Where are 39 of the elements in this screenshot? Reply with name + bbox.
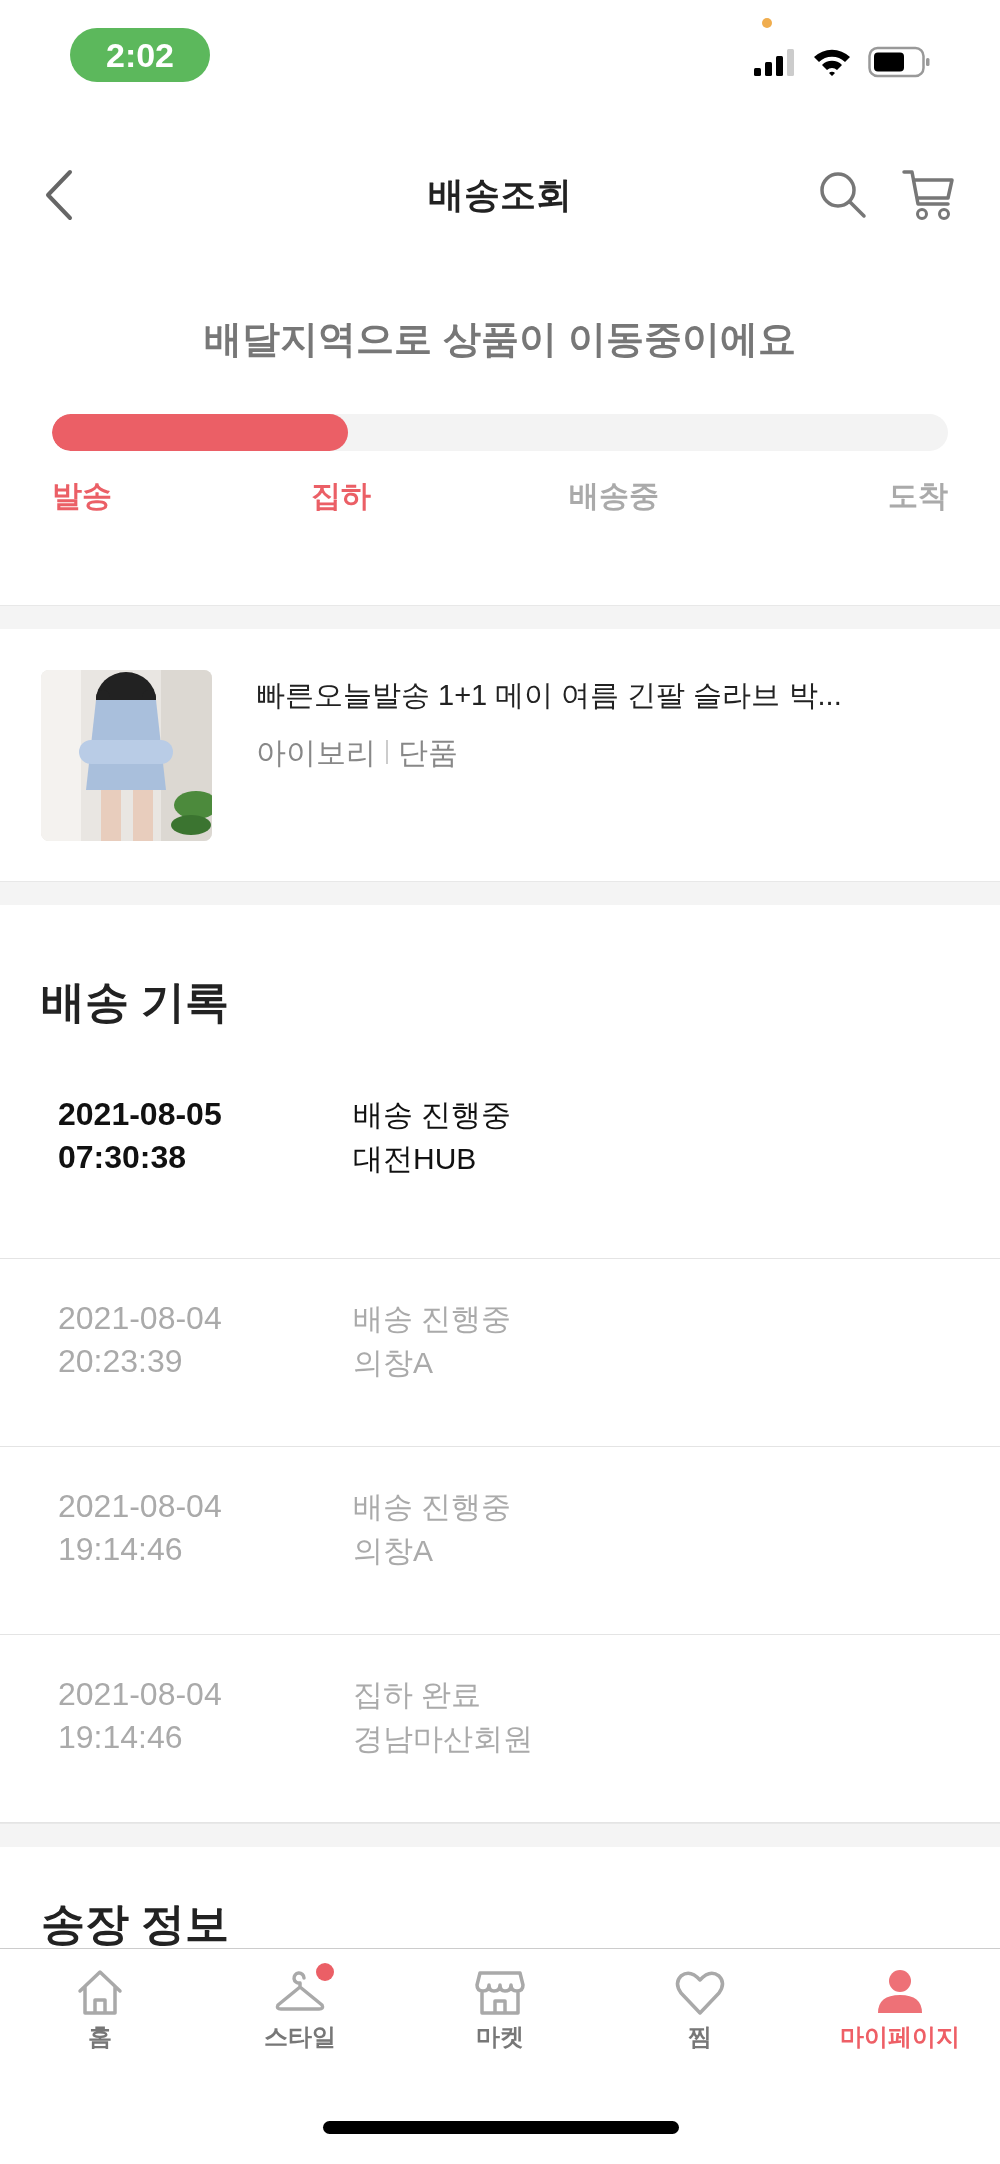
status-message: 배달지역으로 상품이 이동중이에요 bbox=[203, 320, 797, 358]
tab-item[interactable]: 마켓 bbox=[400, 1967, 600, 2055]
record-date: 2021-08-04 bbox=[58, 1487, 223, 1526]
record-status: 집하 완료 bbox=[353, 1677, 483, 1713]
status-time: 2:02 bbox=[70, 28, 210, 82]
record-date: 2021-08-04 bbox=[58, 1299, 223, 1338]
step-label: 발송 bbox=[52, 478, 113, 514]
search-button[interactable] bbox=[818, 170, 868, 220]
record-time: 07:30:38 bbox=[58, 1138, 188, 1178]
record-status: 배송 진행중 bbox=[353, 1301, 512, 1337]
record-time: 19:14:46 bbox=[58, 1718, 184, 1758]
signal-icon bbox=[754, 48, 796, 76]
record-date: 2021-08-04 bbox=[58, 1675, 223, 1714]
product-name: 빠른오늘발송 1+1 메이 여름 긴팔 슬라브 박... bbox=[256, 678, 842, 713]
section-title: 송장 정보 bbox=[41, 1898, 231, 1950]
record-time: 20:23:39 bbox=[58, 1342, 184, 1382]
section-title: 배송 기록 bbox=[41, 976, 231, 1028]
record-status: 배송 진행중 bbox=[353, 1489, 512, 1525]
record-time: 19:14:46 bbox=[58, 1530, 184, 1570]
option-text: 단품 bbox=[398, 734, 458, 771]
step-label: 배송중 bbox=[569, 478, 661, 514]
record-status: 배송 진행중 bbox=[353, 1097, 512, 1133]
tab-item[interactable]: 찜 bbox=[600, 1967, 800, 2055]
step-label: 도착 bbox=[886, 478, 948, 514]
option-text: 아이보리 bbox=[256, 734, 376, 771]
tab-item[interactable]: 홈 bbox=[0, 1967, 200, 2055]
page-title: 배송조회 bbox=[428, 173, 572, 217]
record-location: 의창A bbox=[353, 1532, 434, 1569]
wifi-icon bbox=[812, 47, 852, 77]
cart-button[interactable] bbox=[902, 168, 956, 222]
step-label: 집하 bbox=[310, 478, 372, 514]
record-location: 대전HUB bbox=[353, 1140, 478, 1177]
tab-item[interactable]: 마이페이지 bbox=[800, 1967, 1000, 2055]
battery-icon bbox=[868, 46, 930, 78]
privacy-dot-icon bbox=[762, 18, 772, 28]
record-location: 의창A bbox=[353, 1344, 434, 1381]
record-location: 경남마산회원 bbox=[353, 1720, 533, 1757]
tab-item[interactable]: 스타일 bbox=[200, 1967, 400, 2055]
record-date: 2021-08-05 bbox=[58, 1095, 223, 1134]
